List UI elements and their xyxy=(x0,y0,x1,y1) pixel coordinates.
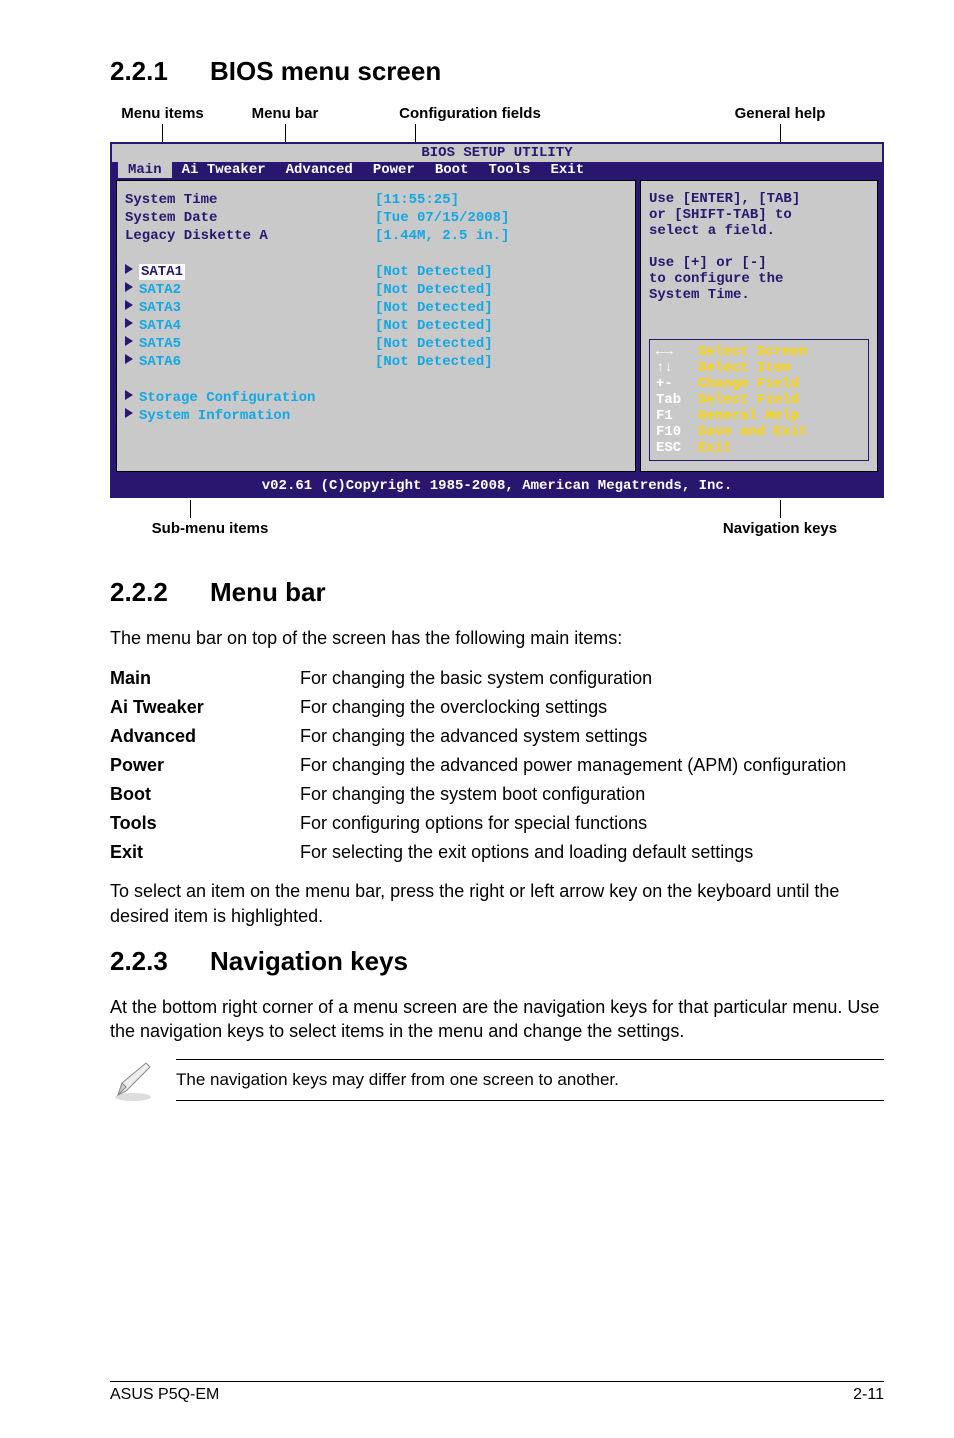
bios-title: BIOS SETUP UTILITY xyxy=(112,144,882,162)
table-row: PowerFor changing the advanced power man… xyxy=(110,751,846,780)
bios-item-sata3[interactable]: SATA3 xyxy=(125,299,375,317)
bios-figure: Menu items Menu bar Configuration fields… xyxy=(110,105,884,537)
bios-window: BIOS SETUP UTILITY Main Ai Tweaker Advan… xyxy=(110,142,884,498)
note-text: The navigation keys may differ from one … xyxy=(176,1060,884,1100)
triangle-icon xyxy=(125,408,133,418)
heading-2-2-2: 2.2.2Menu bar xyxy=(110,577,884,608)
bios-value-sata2: [Not Detected] xyxy=(375,281,627,299)
bios-right-panel: Use [ENTER], [TAB] or [SHIFT-TAB] to sel… xyxy=(640,180,878,472)
heading-number: 2.2.2 xyxy=(110,577,210,608)
bios-value-date: [Tue 07/15/2008] xyxy=(375,209,627,227)
bios-item-sata1[interactable]: SATA1 xyxy=(125,263,375,281)
bios-tab-ai-tweaker[interactable]: Ai Tweaker xyxy=(172,162,276,178)
bios-item-system-date[interactable]: System Date xyxy=(125,209,375,227)
bios-item-system-info[interactable]: System Information xyxy=(125,407,375,425)
heading-2-2-1: 2.2.1BIOS menu screen xyxy=(110,56,884,87)
bios-value-sata5: [Not Detected] xyxy=(375,335,627,353)
menubar-outro: To select an item on the menu bar, press… xyxy=(110,879,884,928)
bios-tab-exit[interactable]: Exit xyxy=(540,162,594,178)
page-footer: ASUS P5Q-EM 2-11 xyxy=(110,1381,884,1404)
triangle-icon xyxy=(125,390,133,400)
label-general-help: General help xyxy=(735,105,826,122)
bios-item-storage-config[interactable]: Storage Configuration xyxy=(125,389,375,407)
triangle-icon xyxy=(125,336,133,346)
bios-value-sata1: [Not Detected] xyxy=(375,263,627,281)
label-config-fields: Configuration fields xyxy=(399,105,541,122)
bios-tab-advanced[interactable]: Advanced xyxy=(276,162,363,178)
heading-title: BIOS menu screen xyxy=(210,56,441,86)
bios-tab-power[interactable]: Power xyxy=(363,162,425,178)
bios-value-time: [11:55:25] xyxy=(375,191,627,209)
bios-tab-boot[interactable]: Boot xyxy=(425,162,479,178)
table-row: Ai TweakerFor changing the overclocking … xyxy=(110,693,846,722)
bios-left-panel: System Time System Date Legacy Diskette … xyxy=(116,180,636,472)
bios-value-sata3: [Not Detected] xyxy=(375,299,627,317)
bios-menu-bar: Main Ai Tweaker Advanced Power Boot Tool… xyxy=(112,162,882,180)
bios-footer: v02.61 (C)Copyright 1985-2008, American … xyxy=(112,476,882,496)
heading-2-2-3: 2.2.3Navigation keys xyxy=(110,946,884,977)
pencil-icon xyxy=(110,1057,156,1103)
triangle-icon xyxy=(125,282,133,292)
label-menu-items: Menu items xyxy=(121,105,204,122)
navkeys-paragraph: At the bottom right corner of a menu scr… xyxy=(110,995,884,1044)
triangle-icon xyxy=(125,318,133,328)
heading-number: 2.2.3 xyxy=(110,946,210,977)
bios-value-sata4: [Not Detected] xyxy=(375,317,627,335)
heading-title: Menu bar xyxy=(210,577,326,607)
triangle-icon xyxy=(125,300,133,310)
label-nav-keys: Navigation keys xyxy=(723,520,837,537)
bios-item-legacy-diskette[interactable]: Legacy Diskette A xyxy=(125,227,375,245)
label-menu-bar: Menu bar xyxy=(252,105,319,122)
heading-number: 2.2.1 xyxy=(110,56,210,87)
label-sub-menu: Sub-menu items xyxy=(152,520,269,537)
footer-left: ASUS P5Q-EM xyxy=(110,1386,219,1404)
bios-tab-tools[interactable]: Tools xyxy=(478,162,540,178)
table-row: ExitFor selecting the exit options and l… xyxy=(110,838,846,867)
table-row: MainFor changing the basic system config… xyxy=(110,664,846,693)
bios-tab-main[interactable]: Main xyxy=(118,162,172,178)
bios-value-diskette: [1.44M, 2.5 in.] xyxy=(375,227,627,245)
table-row: ToolsFor configuring options for special… xyxy=(110,809,846,838)
heading-title: Navigation keys xyxy=(210,946,408,976)
definitions-table: MainFor changing the basic system config… xyxy=(110,664,846,867)
triangle-icon xyxy=(125,264,133,274)
bios-value-sata6: [Not Detected] xyxy=(375,353,627,371)
table-row: AdvancedFor changing the advanced system… xyxy=(110,722,846,751)
bios-item-sata6[interactable]: SATA6 xyxy=(125,353,375,371)
triangle-icon xyxy=(125,354,133,364)
bios-item-sata5[interactable]: SATA5 xyxy=(125,335,375,353)
menubar-intro: The menu bar on top of the screen has th… xyxy=(110,626,884,650)
bios-item-sata4[interactable]: SATA4 xyxy=(125,317,375,335)
note-block: The navigation keys may differ from one … xyxy=(110,1057,884,1103)
bios-item-system-time[interactable]: System Time xyxy=(125,191,375,209)
bios-help-text: Use [ENTER], [TAB] or [SHIFT-TAB] to sel… xyxy=(649,191,869,303)
table-row: BootFor changing the system boot configu… xyxy=(110,780,846,809)
bios-nav-keys-box: ←→ Select Screen ↑↓ Select Item +- Chang… xyxy=(649,339,869,461)
bios-item-sata2[interactable]: SATA2 xyxy=(125,281,375,299)
footer-right: 2-11 xyxy=(853,1386,884,1404)
